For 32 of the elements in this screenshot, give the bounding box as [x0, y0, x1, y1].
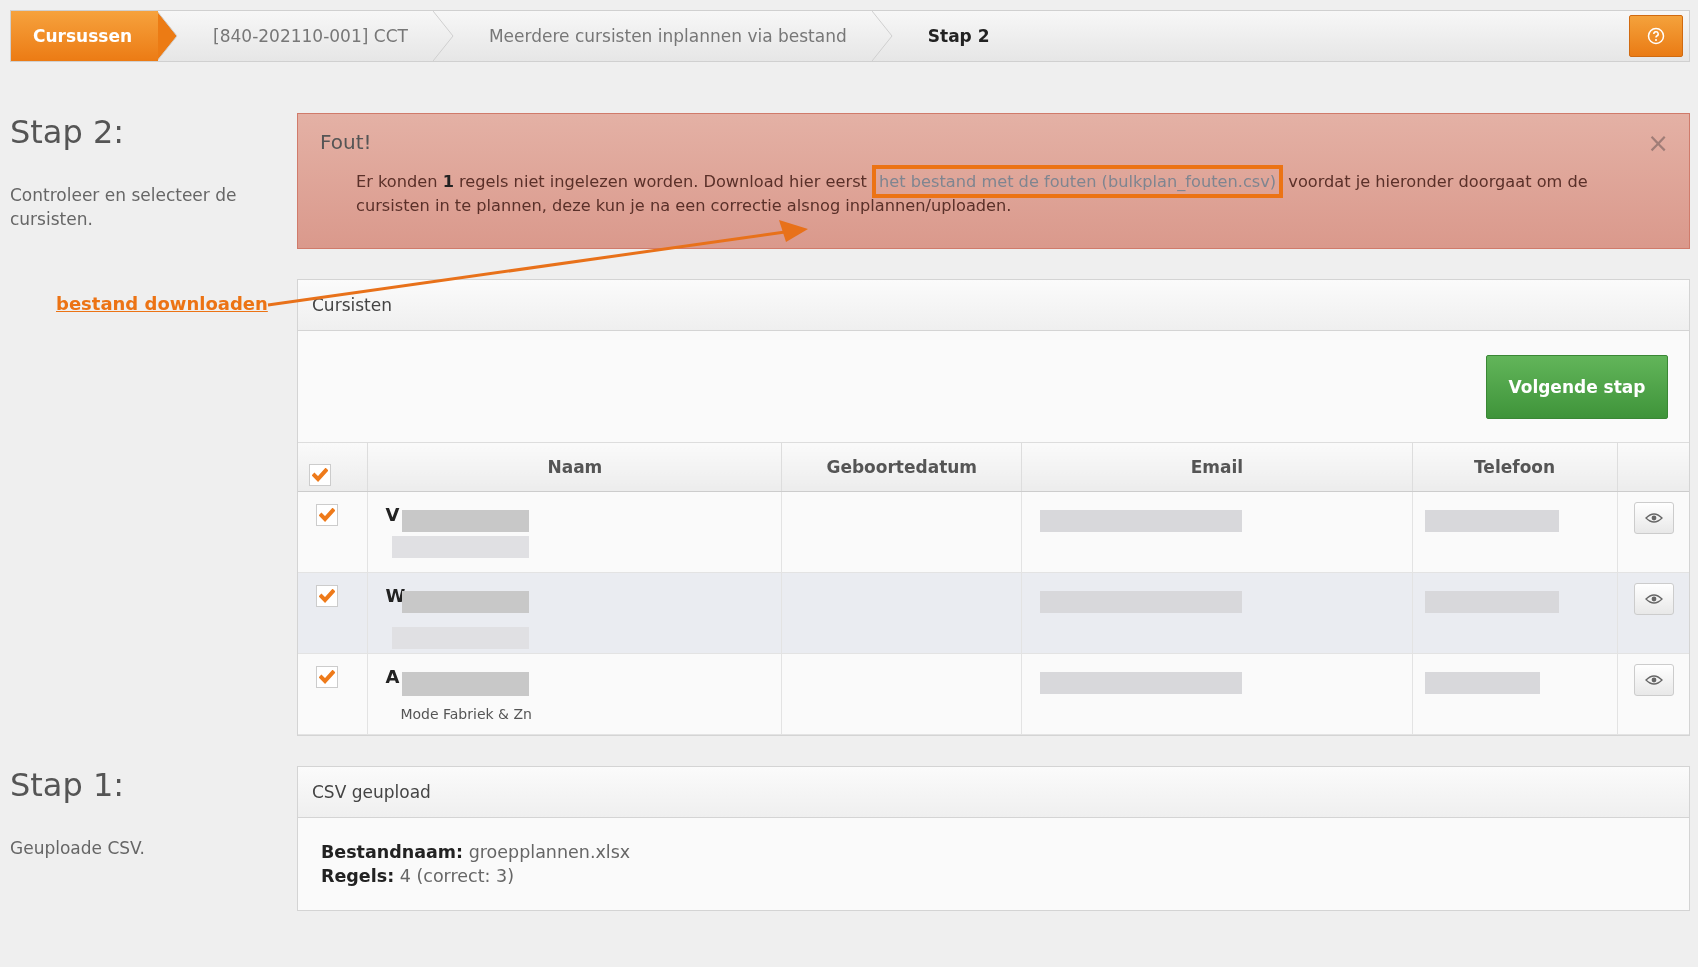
column-header[interactable]: Geboortedatum — [781, 443, 1022, 492]
checkbox[interactable] — [316, 666, 338, 688]
view-button[interactable] — [1633, 664, 1674, 696]
column-header[interactable]: Naam — [367, 443, 782, 492]
view-button[interactable] — [1633, 583, 1674, 615]
step-description: Controleer en selecteer de cursisten. — [10, 184, 238, 231]
checkbox[interactable] — [309, 464, 331, 486]
name-text: V — [385, 504, 400, 525]
step-heading: Stap 1: — [10, 766, 126, 804]
breadcrumb-item[interactable]: Stap 2 — [893, 11, 1016, 61]
step-description: Geuploade CSV. — [10, 837, 146, 860]
next-step-button[interactable]: Volgende stap — [1486, 354, 1668, 419]
eye-icon — [1644, 674, 1663, 686]
eye-icon — [1644, 593, 1663, 605]
annotation-label: bestand downloaden — [56, 293, 268, 314]
checkbox[interactable] — [316, 585, 338, 607]
question-circle-icon — [1647, 27, 1665, 45]
checkbox[interactable] — [316, 504, 338, 526]
company-text: Mode Fabriek & Zn — [400, 706, 532, 722]
column-header[interactable]: Email — [1021, 443, 1413, 492]
step-heading: Stap 2: — [10, 113, 126, 151]
eye-icon — [1644, 512, 1663, 524]
name-text: A — [385, 666, 400, 687]
help-button[interactable] — [1629, 15, 1683, 57]
column-header[interactable]: Telefoon — [1412, 443, 1617, 492]
field-text: Bestandnaam: groepplannen.xlsx — [321, 841, 632, 864]
breadcrumb-item[interactable]: [840-202110-001] CCT — [179, 11, 434, 61]
breadcrumb-item[interactable]: Cursussen — [11, 11, 159, 61]
alert-title: Fout! — [320, 130, 373, 154]
breadcrumb-item[interactable]: Meerdere cursisten inplannen via bestand — [454, 11, 873, 61]
field-text: Regels: 4 (correct: 3) — [321, 865, 515, 888]
view-button[interactable] — [1633, 502, 1674, 534]
